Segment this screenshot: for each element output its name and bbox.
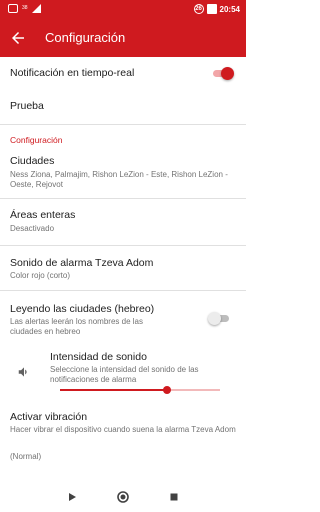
- setting-title: Notificación en tiempo-real: [10, 67, 135, 79]
- setting-sound-intensity: Intensidad de sonido Seleccione la inten…: [0, 345, 246, 401]
- setting-summary: Ness Ziona, Palmajim, Rishon LeZion - Es…: [10, 170, 228, 189]
- status-bar: 38 26 20:54: [0, 0, 246, 20]
- setting-value: (Normal): [10, 452, 42, 461]
- status-circle-icon: 26: [193, 4, 204, 14]
- setting-summary: Las alertas leerán los nombres de las ci…: [10, 317, 143, 336]
- category-header: Configuración: [10, 135, 63, 145]
- notification-realtime-toggle[interactable]: [212, 66, 234, 80]
- setting-title: Leyendo las ciudades (hebreo): [10, 303, 155, 315]
- circle-home-icon[interactable]: [116, 490, 130, 504]
- page-title: Configuración: [45, 30, 126, 45]
- setting-test[interactable]: Prueba: [0, 90, 246, 122]
- navigation-bar: [0, 482, 246, 512]
- setting-summary: Color rojo (corto): [10, 271, 71, 280]
- setting-alarm-sound[interactable]: Sonido de alarma Tzeva Adom Color rojo (…: [0, 246, 246, 290]
- setting-title: Prueba: [10, 100, 44, 112]
- setting-summary: Seleccione la intensidad del sonido de l…: [50, 365, 199, 384]
- slider-fill: [60, 389, 168, 391]
- setting-cities[interactable]: Ciudades Ness Ziona, Palmajim, Rishon Le…: [0, 150, 246, 200]
- toggle-thumb: [208, 312, 221, 325]
- setting-areas[interactable]: Áreas enteras Desactivado: [0, 199, 246, 245]
- toggle-thumb: [221, 67, 234, 80]
- arrow-left-icon[interactable]: [9, 29, 27, 47]
- setting-title: Áreas enteras: [10, 209, 76, 221]
- triangle-back-icon[interactable]: [65, 490, 79, 504]
- setting-title: Activar vibración: [10, 411, 88, 423]
- status-time: 20:54: [219, 4, 240, 14]
- signal-icon: [31, 4, 41, 13]
- setting-vibration[interactable]: Activar vibración Hacer vibrar el dispos…: [0, 402, 246, 468]
- read-cities-toggle[interactable]: [208, 311, 230, 325]
- setting-title: Ciudades: [10, 155, 55, 167]
- setting-title: Intensidad de sonido: [50, 351, 147, 363]
- setting-read-cities[interactable]: Leyendo las ciudades (hebreo) Las alerta…: [0, 291, 246, 345]
- setting-title: Sonido de alarma Tzeva Adom: [10, 257, 154, 269]
- volume-icon: [18, 367, 27, 377]
- square-recents-icon[interactable]: [167, 490, 181, 504]
- app-bar: Configuración: [0, 20, 246, 57]
- setting-summary: Desactivado: [10, 224, 55, 233]
- divider: [0, 124, 246, 125]
- status-mini-text: 38: [22, 5, 28, 11]
- sound-intensity-slider[interactable]: [60, 386, 220, 394]
- setting-summary: Hacer vibrar el dispositivo cuando suena…: [10, 425, 236, 434]
- setting-notification-realtime[interactable]: Notificación en tiempo-real: [0, 57, 246, 90]
- notification-badge-icon: [8, 4, 18, 13]
- battery-icon: [206, 4, 217, 14]
